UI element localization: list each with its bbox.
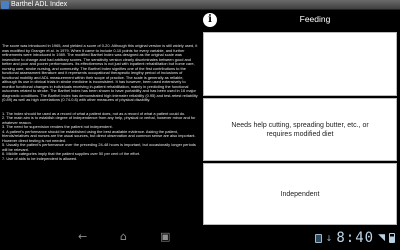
sd-card-icon [314, 233, 322, 243]
wifi-icon: ◥ [378, 233, 385, 243]
option-label: Independent [280, 190, 320, 198]
description-text: The score was introduced in 1965, and yi… [0, 43, 200, 161]
option-button-needs-help[interactable]: Needs help cutting, spreading butter, et… [203, 98, 397, 161]
app-icon [1, 1, 9, 9]
navigation-bar: ← ⌂ ▣ ↓ 8:40 ◥ [0, 225, 400, 250]
option-label: Needs help cutting, spreading butter, et… [231, 121, 369, 138]
option-button-unable[interactable] [203, 32, 397, 96]
battery-icon [389, 233, 395, 243]
recent-apps-icon[interactable]: ▣ [160, 231, 170, 243]
option-button-independent[interactable]: Independent [203, 163, 397, 225]
back-icon[interactable]: ← [78, 231, 87, 243]
download-icon: ↓ [325, 233, 333, 243]
status-area[interactable]: ↓ 8:40 ◥ [314, 228, 395, 248]
clock: 8:40 [336, 230, 375, 246]
window-title: Barthel ADL Index [11, 1, 68, 8]
right-pane: Feeding Needs help cutting, spreading bu… [200, 10, 400, 225]
section-title: Feeding [299, 14, 331, 24]
home-icon[interactable]: ⌂ [120, 231, 127, 243]
title-bar: Barthel ADL Index [0, 0, 400, 10]
instructions-list: 1. The index should be used as a record … [2, 110, 196, 161]
description-paragraph: The score was introduced in 1965, and yi… [2, 43, 199, 102]
